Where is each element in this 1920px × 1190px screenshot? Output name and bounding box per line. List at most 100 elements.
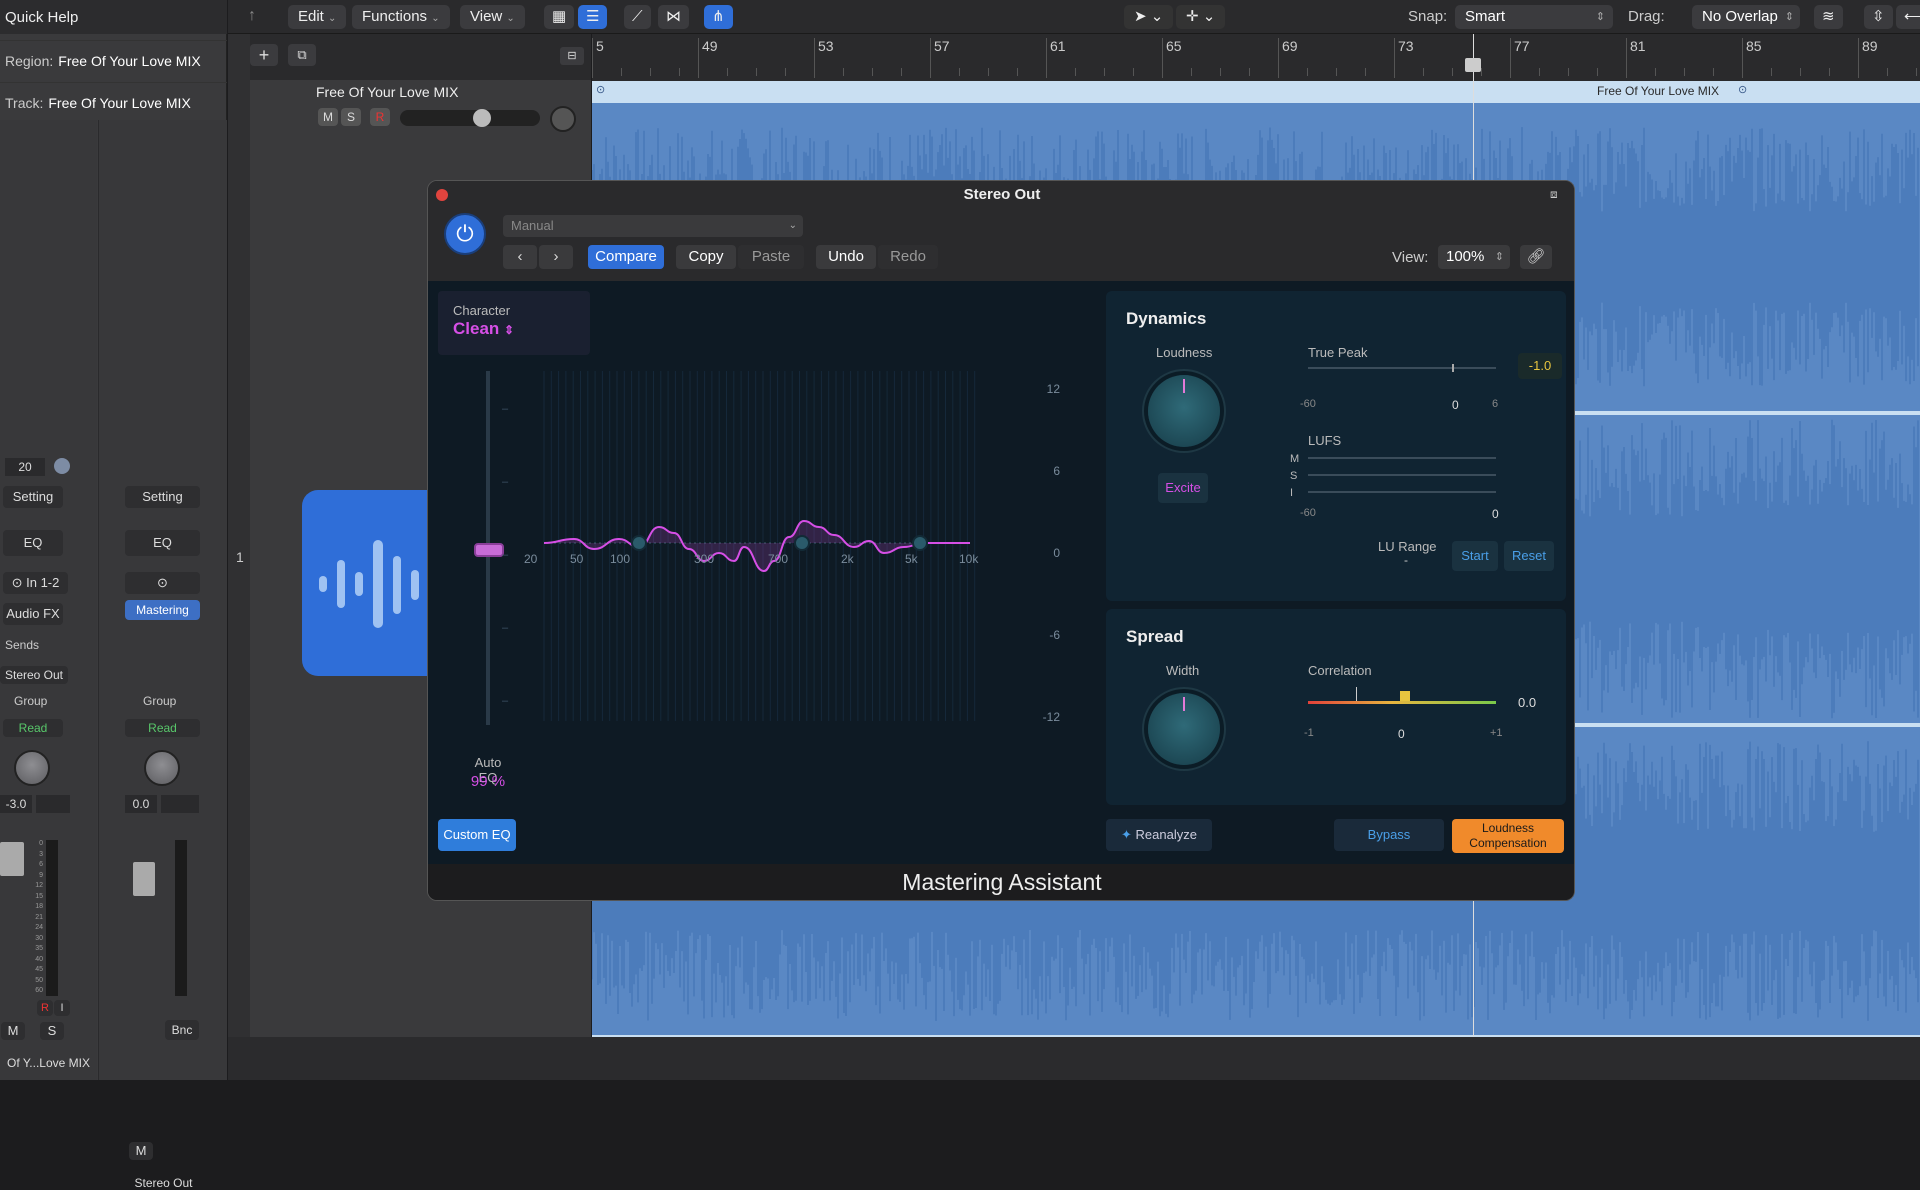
- vertical-zoom-icon[interactable]: ⇳: [1864, 5, 1893, 29]
- record-enable-button[interactable]: R: [37, 1000, 53, 1016]
- eq-button[interactable]: EQ: [3, 530, 63, 556]
- gain-knob[interactable]: [54, 458, 70, 474]
- track-inspector-row[interactable]: Track: Free Of Your Love MIX: [0, 82, 227, 122]
- eq-band-handle[interactable]: [631, 535, 647, 551]
- volume-readout[interactable]: 0.0: [125, 795, 157, 813]
- volume-fader[interactable]: [0, 842, 24, 876]
- view-menu[interactable]: View ⌄: [460, 5, 525, 29]
- list-view-icon[interactable]: ☰: [578, 5, 608, 29]
- auto-eq-slider-thumb[interactable]: [474, 543, 504, 557]
- width-knob[interactable]: [1148, 693, 1220, 765]
- input-monitor-button[interactable]: I: [54, 1000, 70, 1016]
- preset-select[interactable]: Manual ⌄: [503, 215, 803, 237]
- loudness-knob[interactable]: [1148, 375, 1220, 447]
- eq-curve-display[interactable]: 20 50 100 300 700 2k 5k 10k: [524, 361, 990, 751]
- close-button[interactable]: [436, 189, 448, 201]
- ruler-tick: [698, 38, 699, 78]
- snap-select[interactable]: Smart ⇕: [1455, 5, 1613, 29]
- global-tracks-icon[interactable]: ⊟: [560, 47, 584, 65]
- automation-mode[interactable]: Read: [3, 719, 63, 737]
- region-inspector-row[interactable]: Region: Free Of Your Love MIX: [0, 40, 227, 80]
- horizontal-zoom-icon[interactable]: ⟷: [1896, 5, 1920, 29]
- pan-knob[interactable]: [144, 750, 180, 786]
- sends-label[interactable]: Sends: [5, 638, 39, 652]
- timeline-ruler[interactable]: 5 49 53 57 61 65 69 73 77 81 85 89: [592, 34, 1920, 81]
- view-zoom-select[interactable]: 100% ⇕: [1438, 245, 1510, 269]
- character-value[interactable]: Clean ⇕: [453, 319, 514, 339]
- output-button[interactable]: Stereo Out: [0, 666, 68, 684]
- start-button[interactable]: Start: [1452, 541, 1498, 571]
- flex-time-icon[interactable]: ⋈: [658, 5, 689, 29]
- channel-name[interactable]: Stereo Out: [99, 1176, 228, 1190]
- duplicate-track-icon[interactable]: ⧉: [288, 44, 316, 66]
- eq-band-handle[interactable]: [912, 535, 928, 551]
- region-label: Region:: [5, 53, 54, 69]
- input-button[interactable]: ⊙ In 1-2: [3, 572, 68, 594]
- previous-preset-icon[interactable]: ‹: [503, 245, 537, 269]
- setting-button[interactable]: Setting: [3, 486, 63, 508]
- functions-menu[interactable]: Functions ⌄: [352, 5, 450, 29]
- track-volume-slider[interactable]: [400, 109, 540, 127]
- eq-band-handle[interactable]: [794, 535, 810, 551]
- view-label: View:: [1392, 249, 1429, 266]
- volume-readout[interactable]: -3.0: [0, 795, 32, 813]
- character-panel[interactable]: Character Clean ⇕: [438, 291, 590, 355]
- excite-button[interactable]: Excite: [1158, 473, 1208, 503]
- copy-button[interactable]: Copy: [676, 245, 736, 269]
- link-icon[interactable]: 🔗︎: [1520, 245, 1552, 269]
- next-preset-icon[interactable]: ›: [539, 245, 573, 269]
- pan-knob[interactable]: [14, 750, 50, 786]
- track-pan-knob[interactable]: [550, 106, 576, 132]
- expand-window-icon[interactable]: ⧈: [1550, 187, 1558, 202]
- catch-playhead-icon[interactable]: ⋔: [704, 5, 733, 29]
- link-icon[interactable]: ⊙: [125, 572, 200, 594]
- setting-button[interactable]: Setting: [125, 486, 200, 508]
- bypass-button[interactable]: Bypass: [1334, 819, 1444, 851]
- true-peak-target[interactable]: -1.0: [1518, 353, 1562, 379]
- volume-fader[interactable]: [133, 862, 155, 896]
- undo-button[interactable]: Undo: [816, 245, 876, 269]
- reset-button[interactable]: Reset: [1504, 541, 1554, 571]
- knob-indicator: [1183, 379, 1185, 393]
- volume-slider-thumb[interactable]: [473, 109, 491, 127]
- loudness-compensation-button[interactable]: Loudness Compensation: [1452, 819, 1564, 853]
- waveform-zoom-icon[interactable]: ≋: [1814, 5, 1843, 29]
- group-slot[interactable]: Group: [14, 694, 47, 708]
- automation-curve-icon[interactable]: ⟋: [624, 5, 651, 29]
- paste-button[interactable]: Paste: [738, 245, 804, 269]
- pointer-tool-icon[interactable]: ➤ ⌄: [1124, 5, 1174, 29]
- automation-mode[interactable]: Read: [125, 719, 200, 737]
- auto-eq-value[interactable]: 99 %: [458, 773, 518, 790]
- redo-button[interactable]: Redo: [878, 245, 938, 269]
- group-slot[interactable]: Group: [143, 694, 176, 708]
- bounce-button[interactable]: Bnc: [165, 1020, 199, 1040]
- mastering-plugin-slot[interactable]: Mastering: [125, 600, 200, 620]
- mute-button[interactable]: M: [129, 1142, 153, 1160]
- channel-name[interactable]: Of Y...Love MIX: [0, 1056, 97, 1070]
- power-icon[interactable]: ⏻: [444, 213, 486, 255]
- track-mute-button[interactable]: M: [318, 108, 338, 126]
- lu-range-label: LU Range: [1378, 539, 1437, 554]
- ruler-subtick: [1684, 68, 1685, 76]
- track-solo-button[interactable]: S: [341, 108, 361, 126]
- gain-value[interactable]: 20: [5, 458, 45, 476]
- quick-help-title[interactable]: Quick Help: [0, 0, 227, 34]
- edit-menu[interactable]: Edit ⌄: [288, 5, 347, 29]
- eq-button[interactable]: EQ: [125, 530, 200, 556]
- up-arrow-icon[interactable]: ↑: [248, 7, 256, 25]
- playhead-handle[interactable]: [1465, 58, 1481, 72]
- grid-view-icon[interactable]: ▦: [544, 5, 575, 29]
- crosshair-tool-icon[interactable]: ✛ ⌄: [1176, 5, 1226, 29]
- solo-button[interactable]: S: [40, 1022, 64, 1040]
- custom-eq-button[interactable]: Custom EQ: [438, 819, 516, 851]
- track-header-name[interactable]: Free Of Your Love MIX: [316, 84, 458, 100]
- plugin-titlebar[interactable]: Stereo Out: [428, 181, 1574, 209]
- track-record-button[interactable]: R: [370, 108, 390, 126]
- audio-fx-slot[interactable]: Audio FX: [3, 603, 63, 625]
- compare-button[interactable]: Compare: [588, 245, 664, 269]
- mute-button[interactable]: M: [1, 1022, 25, 1040]
- add-track-icon[interactable]: +: [250, 44, 278, 66]
- reanalyze-button[interactable]: ✦ Reanalyze: [1106, 819, 1212, 851]
- true-peak-meter[interactable]: [1308, 364, 1496, 372]
- drag-select[interactable]: No Overlap ⇕: [1692, 5, 1800, 29]
